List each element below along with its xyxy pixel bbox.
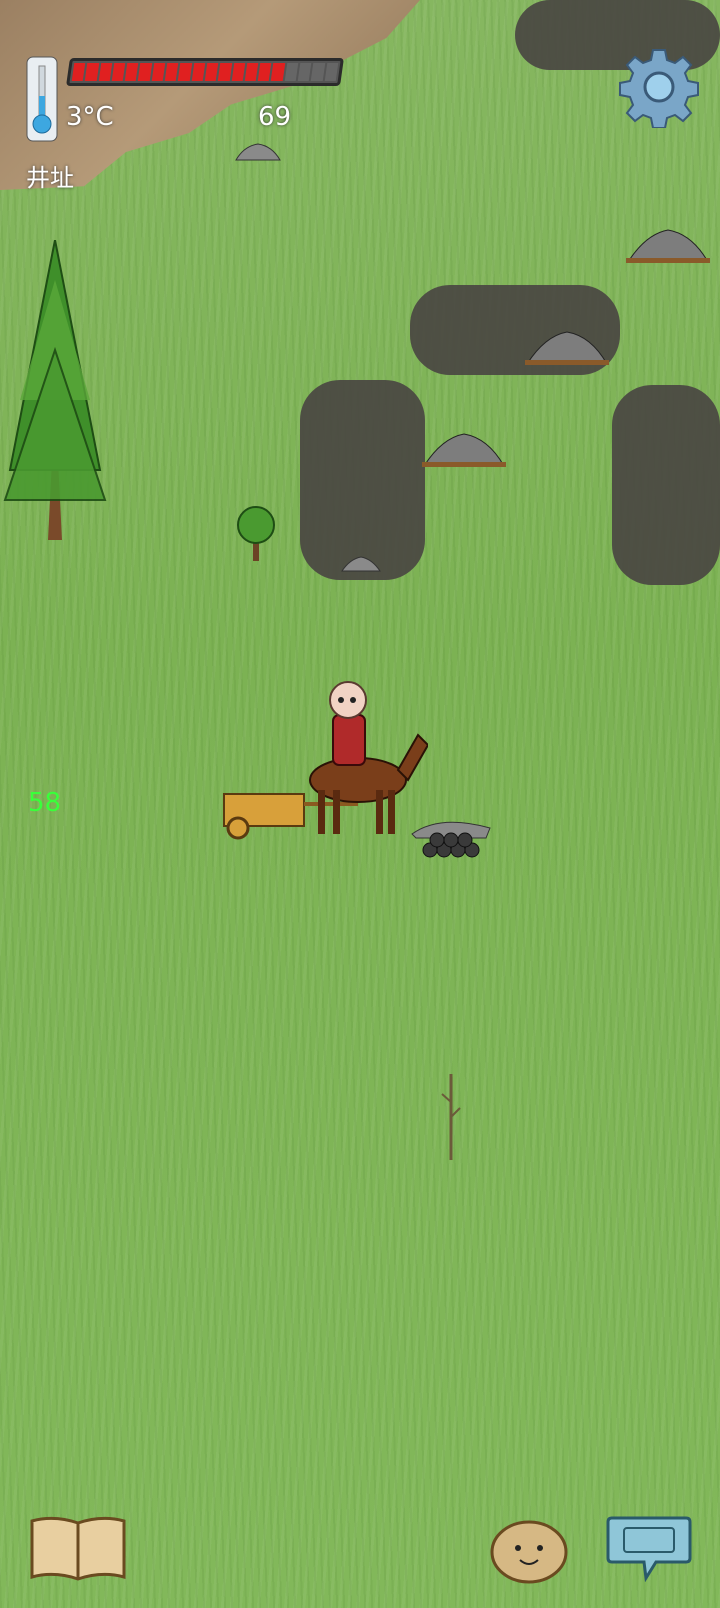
location-label: 井址 [26, 164, 74, 192]
temperature-readout: 3°C [66, 102, 114, 132]
food-segment [98, 63, 113, 81]
pine-tree[interactable] [0, 240, 115, 560]
food-segment [311, 63, 325, 81]
small-tree[interactable] [236, 505, 276, 563]
food-segment [257, 63, 272, 81]
food-segment [85, 63, 99, 81]
food-segment [324, 63, 339, 81]
face-icon[interactable] [490, 1520, 568, 1584]
sapling[interactable] [436, 1072, 466, 1162]
food-segment [138, 63, 153, 81]
food-segment [71, 63, 86, 81]
food-segment [191, 63, 206, 81]
swamp-patch[interactable] [612, 385, 720, 585]
food-bar [66, 58, 344, 86]
food-segment [284, 63, 299, 81]
keyboard-icon[interactable] [606, 1512, 692, 1582]
food-segment [218, 63, 232, 81]
swamp-patch[interactable] [300, 380, 425, 580]
food-segment [151, 63, 166, 81]
age-indicator: 58 [28, 788, 62, 818]
rock[interactable] [234, 142, 282, 162]
player-on-horse[interactable] [288, 680, 428, 840]
food-segment [271, 63, 286, 81]
food-segment [111, 63, 126, 81]
thermometer-icon [26, 56, 58, 142]
charcoal-pile[interactable] [410, 800, 495, 865]
food-segment [178, 63, 192, 81]
rock[interactable] [340, 555, 382, 573]
food-counter: 69 [258, 102, 292, 132]
food-segment [244, 63, 259, 81]
food-segment [231, 63, 246, 81]
rock[interactable] [525, 330, 609, 366]
rock[interactable] [626, 228, 710, 264]
rock[interactable] [422, 432, 506, 468]
food-segment [297, 63, 312, 81]
food-segment [124, 63, 139, 81]
book-icon[interactable] [28, 1515, 128, 1583]
food-segment [164, 63, 179, 81]
food-segment [204, 63, 219, 81]
gear-icon[interactable] [618, 46, 700, 128]
